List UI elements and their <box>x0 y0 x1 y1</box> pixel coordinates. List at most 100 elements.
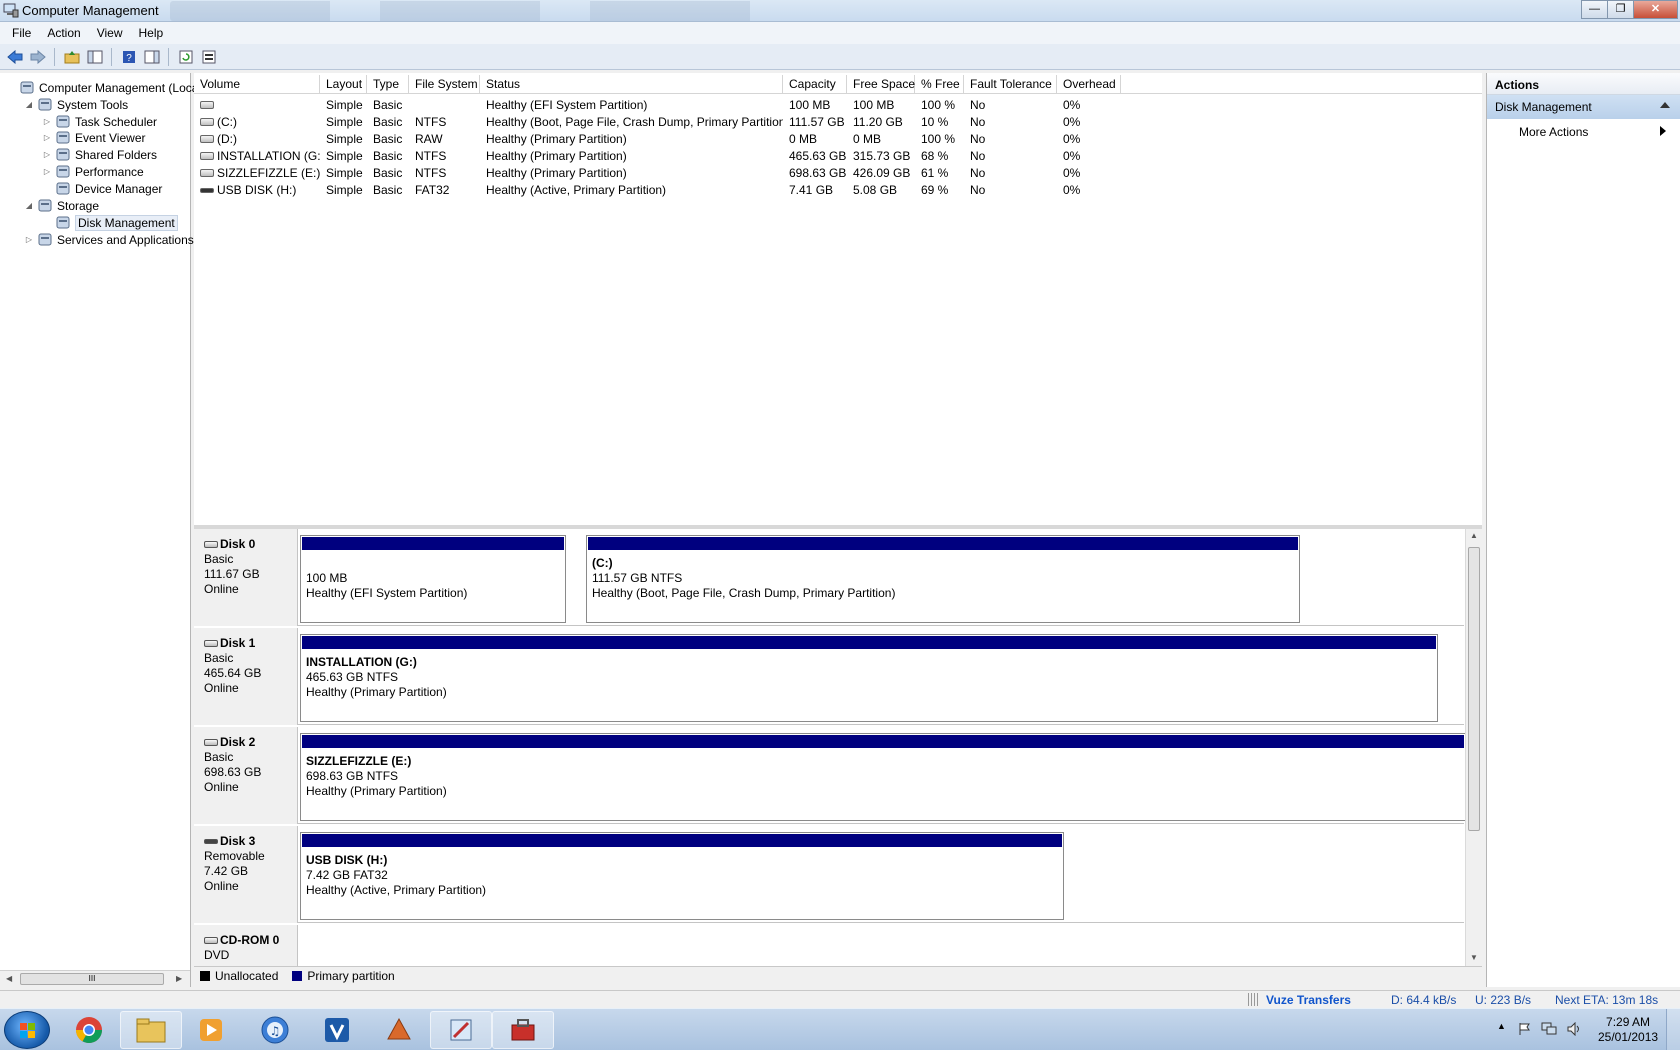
column-header-file-system[interactable]: File System <box>409 75 480 94</box>
scroll-left-arrow-icon[interactable]: ◀ <box>6 974 12 983</box>
tree-expander-icon[interactable]: ▷ <box>24 235 34 244</box>
paint-icon[interactable] <box>430 1011 492 1049</box>
more-actions-item[interactable]: More Actions <box>1487 119 1680 143</box>
scrollbar-thumb[interactable] <box>1468 547 1480 831</box>
table-cell: No <box>964 132 1057 146</box>
properties-icon[interactable] <box>198 46 219 67</box>
show-hide-action-pane-icon[interactable] <box>141 46 162 67</box>
maximize-button[interactable]: ❐ <box>1607 0 1634 19</box>
table-row[interactable]: USB DISK (H:) Simple Basic FAT32 Healthy (Ac… <box>194 181 1121 198</box>
vuze-icon[interactable] <box>306 1011 368 1049</box>
tree-expander-icon[interactable]: ▷ <box>42 133 52 142</box>
tree-expander-icon[interactable]: ▷ <box>42 167 52 176</box>
refresh-icon[interactable] <box>175 46 196 67</box>
table-cell-text: No <box>970 182 986 197</box>
tree-item-task-scheduler[interactable]: ▷ Task Scheduler <box>42 113 157 130</box>
disk-label[interactable]: Disk 0 Basic 111.67 GB Online <box>194 529 298 626</box>
tree-item-performance[interactable]: ▷ Performance <box>42 163 144 180</box>
actions-section-disk-management[interactable]: Disk Management <box>1487 95 1680 119</box>
menu-file[interactable]: File <box>4 26 39 40</box>
table-cell <box>194 98 320 112</box>
partition-block[interactable]: INSTALLATION (G:) 465.63 GB NTFS Healthy (… <box>300 634 1438 722</box>
back-arrow-icon[interactable] <box>4 46 25 67</box>
tree-expander-icon[interactable]: ◢ <box>24 100 34 109</box>
table-row[interactable]: (C:) Simple Basic NTFS Healthy (Boot, Page F… <box>194 113 1121 130</box>
table-row[interactable]: (D:) Simple Basic RAW Healthy (Primary Parti… <box>194 130 1121 147</box>
tree-item-storage[interactable]: ◢ Storage <box>24 197 99 214</box>
game-icon[interactable] <box>368 1011 430 1049</box>
column-header-capacity[interactable]: Capacity <box>783 75 847 94</box>
scroll-up-arrow-icon[interactable]: ▲ <box>1470 531 1478 540</box>
vuze-transfers-link[interactable]: Vuze Transfers <box>1266 993 1351 1007</box>
column-header-overhead[interactable]: Overhead <box>1057 75 1121 94</box>
tree-item-services[interactable]: ▷ Services and Applications <box>24 231 194 248</box>
column-header-fault-tolerance[interactable]: Fault Tolerance <box>964 75 1057 94</box>
disk-row[interactable]: Disk 0 Basic 111.67 GB Online 100 MB Healthy … <box>194 529 1464 626</box>
minimize-button[interactable]: — <box>1581 0 1608 19</box>
volume-icon[interactable] <box>1567 1022 1583 1036</box>
tree-expander-icon[interactable]: ◢ <box>24 201 34 210</box>
computer-management-toolbox-icon[interactable] <box>492 1011 554 1049</box>
disk-row[interactable]: CD-ROM 0 DVD <box>194 925 1464 966</box>
menu-action[interactable]: Action <box>39 26 88 40</box>
tree-horizontal-scrollbar[interactable]: ◀ III ▶ <box>0 970 190 987</box>
menu-help[interactable]: Help <box>131 26 172 40</box>
scroll-down-arrow-icon[interactable]: ▼ <box>1470 953 1478 962</box>
taskbar-clock[interactable]: 7:29 AM 25/01/2013 <box>1598 1015 1658 1045</box>
column-header-status[interactable]: Status <box>480 75 783 94</box>
forward-arrow-icon[interactable] <box>27 46 48 67</box>
partition-block[interactable]: SIZZLEFIZZLE (E:) 698.63 GB NTFS Healthy (… <box>300 733 1466 821</box>
legend-primary-label: Primary partition <box>307 969 395 983</box>
disk-label[interactable]: Disk 2 Basic 698.63 GB Online <box>194 727 298 824</box>
disk-row[interactable]: Disk 1 Basic 465.64 GB Online INSTALLATION (… <box>194 628 1464 725</box>
tree-item-system-tools[interactable]: ◢ System Tools <box>24 96 128 113</box>
menu-view[interactable]: View <box>89 26 131 40</box>
tree-item-device-manager[interactable]: Device Manager <box>42 180 162 197</box>
tree-item-shared-folders[interactable]: ▷ Shared Folders <box>42 146 157 163</box>
table-cell-text: 0% <box>1063 165 1081 180</box>
table-cell-text: (D:) <box>217 131 237 146</box>
column-header-volume[interactable]: Volume <box>194 75 320 94</box>
table-row[interactable]: INSTALLATION (G:) Simple Basic NTFS Healthy … <box>194 147 1121 164</box>
primary-partition-bar <box>302 537 564 550</box>
column-header--free[interactable]: % Free <box>915 75 964 94</box>
file-explorer-icon[interactable] <box>120 1011 182 1049</box>
show-hidden-icons-button[interactable]: ▲ <box>1497 1021 1506 1031</box>
action-center-flag-icon[interactable] <box>1517 1022 1531 1036</box>
partition-block[interactable]: (C:) 111.57 GB NTFS Healthy (Boot, Page Fi… <box>586 535 1300 623</box>
disk-label[interactable]: CD-ROM 0 DVD <box>194 925 298 966</box>
collapse-caret-icon[interactable] <box>1660 102 1670 108</box>
itunes-icon[interactable]: ♫ <box>244 1011 306 1049</box>
column-header-layout[interactable]: Layout <box>320 75 367 94</box>
tree-item-disk-management[interactable]: Disk Management <box>42 214 178 231</box>
disk-label[interactable]: Disk 1 Basic 465.64 GB Online <box>194 628 298 725</box>
up-folder-icon[interactable] <box>61 46 82 67</box>
scroll-right-arrow-icon[interactable]: ▶ <box>176 974 182 983</box>
partition-block[interactable]: USB DISK (H:) 7.42 GB FAT32 Healthy (Activ… <box>300 832 1064 920</box>
scrollbar-thumb[interactable]: III <box>20 973 164 985</box>
network-icon[interactable] <box>1541 1022 1557 1036</box>
disk-row[interactable]: Disk 2 Basic 698.63 GB Online SIZZLEFIZZLE (… <box>194 727 1466 824</box>
disk-label[interactable]: Disk 3 Removable 7.42 GB Online <box>194 826 298 923</box>
show-hide-tree-icon[interactable] <box>84 46 105 67</box>
partition-size: 100 MB <box>306 571 348 585</box>
disk-management-icon <box>55 215 71 231</box>
help-icon[interactable]: ? <box>118 46 139 67</box>
disk-row[interactable]: Disk 3 Removable 7.42 GB Online USB DISK (H:… <box>194 826 1464 923</box>
close-button[interactable]: ✕ <box>1633 0 1678 19</box>
tree-item-computer-management[interactable]: Computer Management (Local <box>6 79 201 96</box>
tree-expander-icon[interactable]: ▷ <box>42 150 52 159</box>
table-row[interactable]: SIZZLEFIZZLE (E:) Simple Basic NTFS Healthy … <box>194 164 1121 181</box>
start-button[interactable] <box>4 1011 50 1049</box>
partition-block[interactable]: 100 MB Healthy (EFI System Partition) <box>300 535 566 623</box>
actions-pane: Actions Disk Management More Actions <box>1486 73 1680 987</box>
media-player-icon[interactable] <box>180 1011 242 1049</box>
tree-item-event-viewer[interactable]: ▷ Event Viewer <box>42 129 146 146</box>
column-header-type[interactable]: Type <box>367 75 409 94</box>
table-row[interactable]: Simple Basic Healthy (EFI System Partition… <box>194 96 1121 113</box>
disk-view-vertical-scrollbar[interactable]: ▲ ▼ <box>1465 529 1482 966</box>
show-desktop-button[interactable] <box>1666 1009 1680 1050</box>
tree-expander-icon[interactable]: ▷ <box>42 117 52 126</box>
column-header-free-space[interactable]: Free Space <box>847 75 915 94</box>
chrome-icon[interactable] <box>58 1011 120 1049</box>
